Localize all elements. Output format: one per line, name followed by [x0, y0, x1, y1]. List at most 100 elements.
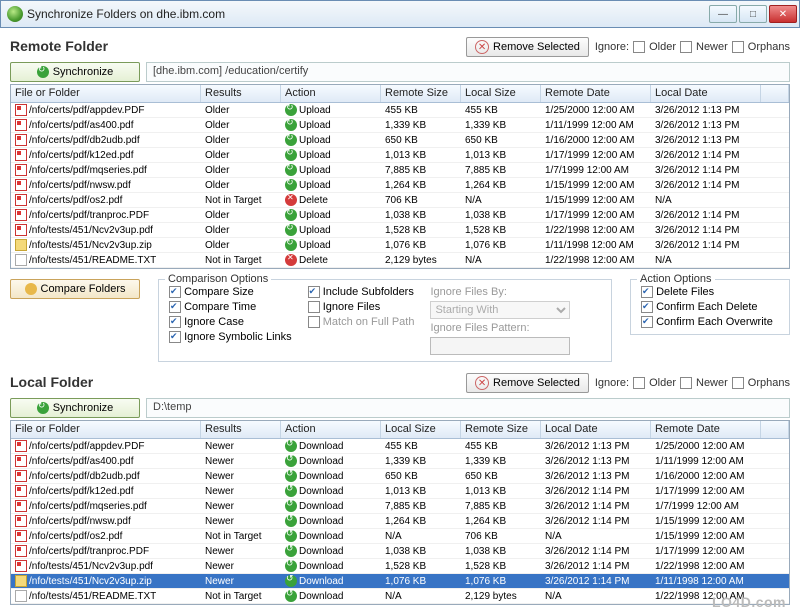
cell: 3/26/2012 1:14 PM — [651, 165, 761, 176]
compare-time-checkbox[interactable] — [169, 301, 181, 313]
cell: 3/26/2012 1:13 PM — [651, 120, 761, 131]
remote-ignore-orphans-checkbox[interactable] — [732, 41, 744, 53]
cell: 455 KB — [381, 441, 461, 452]
table-row[interactable]: /nfo/tests/451/Ncv2v3up.zipNewerDownload… — [11, 574, 789, 589]
table-row[interactable]: /nfo/certs/pdf/tranproc.PDFOlderUpload1,… — [11, 208, 789, 223]
compare-size-checkbox[interactable] — [169, 286, 181, 298]
cell: Download — [281, 590, 381, 602]
comparison-legend: Comparison Options — [165, 273, 271, 285]
column-header[interactable]: Action — [281, 421, 381, 438]
column-header[interactable]: Remote Date — [651, 421, 761, 438]
include-sub-label: Include Subfolders — [323, 286, 414, 298]
table-row[interactable]: /nfo/tests/451/README.TXTNot in TargetDo… — [11, 589, 789, 604]
local-ignore-newer-checkbox[interactable] — [680, 377, 692, 389]
table-row[interactable]: /nfo/certs/pdf/k12ed.pdfOlderUpload1,013… — [11, 148, 789, 163]
column-header[interactable]: File or Folder — [11, 85, 201, 102]
ignore-links-checkbox[interactable] — [169, 331, 181, 343]
column-header[interactable]: Remote Size — [461, 421, 541, 438]
upload-icon — [285, 239, 297, 251]
column-header[interactable]: Local Size — [461, 85, 541, 102]
table-row[interactable]: /nfo/tests/451/Ncv2v3up.pdfOlderUpload1,… — [11, 223, 789, 238]
table-row[interactable]: /nfo/certs/pdf/os2.pdfNot in TargetDownl… — [11, 529, 789, 544]
column-header[interactable]: Local Size — [381, 421, 461, 438]
remote-remove-selected-button[interactable]: ✕ Remove Selected — [466, 37, 589, 57]
remote-synchronize-button[interactable]: Synchronize — [10, 62, 140, 82]
cell: Download — [281, 440, 381, 452]
column-header[interactable]: File or Folder — [11, 421, 201, 438]
confirm-delete-checkbox[interactable] — [641, 301, 653, 313]
cell: /nfo/tests/451/Ncv2v3up.zip — [11, 575, 201, 587]
local-ignore-label: Ignore: — [595, 377, 629, 389]
cell: 3/26/2012 1:14 PM — [651, 225, 761, 236]
column-header[interactable]: Results — [201, 85, 281, 102]
table-row[interactable]: /nfo/certs/pdf/os2.pdfNot in TargetDelet… — [11, 193, 789, 208]
upload-icon — [285, 224, 297, 236]
column-header[interactable]: Action — [281, 85, 381, 102]
cell: 1/17/1999 12:00 AM — [651, 486, 761, 497]
column-header[interactable]: Results — [201, 421, 281, 438]
ignore-case-checkbox[interactable] — [169, 316, 181, 328]
table-row[interactable]: /nfo/certs/pdf/appdev.PDFOlderUpload455 … — [11, 103, 789, 118]
pdf-icon — [15, 440, 27, 452]
table-row[interactable]: /nfo/certs/pdf/appdev.PDFNewerDownload45… — [11, 439, 789, 454]
table-row[interactable]: /nfo/certs/pdf/as400.pdfOlderUpload1,339… — [11, 118, 789, 133]
cell: 3/26/2012 1:13 PM — [541, 441, 651, 452]
table-row[interactable]: /nfo/certs/pdf/k12ed.pdfNewerDownload1,0… — [11, 484, 789, 499]
cell: N/A — [461, 195, 541, 206]
column-header[interactable]: Local Date — [541, 421, 651, 438]
local-ignore-orphans-checkbox[interactable] — [732, 377, 744, 389]
cell: 1,528 KB — [381, 225, 461, 236]
remote-ignore-newer-checkbox[interactable] — [680, 41, 692, 53]
compare-folders-button[interactable]: Compare Folders — [10, 279, 140, 299]
txt-icon — [15, 254, 27, 266]
column-header[interactable]: Remote Size — [381, 85, 461, 102]
cell: Older — [201, 240, 281, 251]
local-sync-label: Synchronize — [53, 402, 114, 414]
cell: 455 KB — [381, 105, 461, 116]
cell: 455 KB — [461, 441, 541, 452]
table-row[interactable]: /nfo/certs/pdf/as400.pdfNewerDownload1,3… — [11, 454, 789, 469]
confirm-overwrite-checkbox[interactable] — [641, 316, 653, 328]
table-row[interactable]: /nfo/tests/451/Ncv2v3up.pdfNewerDownload… — [11, 559, 789, 574]
table-row[interactable]: /nfo/certs/pdf/db2udb.pdfNewerDownload65… — [11, 469, 789, 484]
cell: /nfo/certs/pdf/appdev.PDF — [11, 440, 201, 452]
table-row[interactable]: /nfo/certs/pdf/mqseries.pdfOlderUpload7,… — [11, 163, 789, 178]
match-full-path-checkbox[interactable] — [308, 316, 320, 328]
minimize-button[interactable]: — — [709, 5, 737, 23]
include-subfolders-checkbox[interactable] — [308, 286, 320, 298]
column-header[interactable] — [761, 85, 789, 102]
table-row[interactable]: /nfo/certs/pdf/nwsw.pdfOlderUpload1,264 … — [11, 178, 789, 193]
local-remove-selected-button[interactable]: ✕ Remove Selected — [466, 373, 589, 393]
delete-files-checkbox[interactable] — [641, 286, 653, 298]
cell: 1,013 KB — [461, 150, 541, 161]
cell: 455 KB — [461, 105, 541, 116]
cell: N/A — [651, 255, 761, 266]
ignore-files-checkbox[interactable] — [308, 301, 320, 313]
remote-ignore-orphans-label: Orphans — [748, 41, 790, 53]
column-header[interactable] — [761, 421, 789, 438]
maximize-button[interactable]: □ — [739, 5, 767, 23]
cell: 3/26/2012 1:13 PM — [651, 135, 761, 146]
cell: Older — [201, 180, 281, 191]
table-row[interactable]: /nfo/certs/pdf/mqseries.pdfNewerDownload… — [11, 499, 789, 514]
table-row[interactable]: /nfo/tests/451/Ncv2v3up.zipOlderUpload1,… — [11, 238, 789, 253]
table-row[interactable]: /nfo/certs/pdf/tranproc.PDFNewerDownload… — [11, 544, 789, 559]
table-row[interactable]: /nfo/certs/pdf/db2udb.pdfOlderUpload650 … — [11, 133, 789, 148]
confirm-delete-label: Confirm Each Delete — [656, 301, 758, 313]
cell: 1/22/1998 12:00 AM — [541, 225, 651, 236]
cell: /nfo/tests/451/Ncv2v3up.zip — [11, 239, 201, 251]
table-row[interactable]: /nfo/certs/pdf/nwsw.pdfNewerDownload1,26… — [11, 514, 789, 529]
column-header[interactable]: Local Date — [651, 85, 761, 102]
local-ignore-older-checkbox[interactable] — [633, 377, 645, 389]
local-synchronize-button[interactable]: Synchronize — [10, 398, 140, 418]
cell: Download — [281, 530, 381, 542]
cell: Upload — [281, 179, 381, 191]
close-button[interactable]: ✕ — [769, 5, 797, 23]
watermark: LO4D.com — [712, 594, 786, 610]
cell: 1/17/1999 12:00 AM — [651, 546, 761, 557]
table-row[interactable]: /nfo/tests/451/README.TXTNot in TargetDe… — [11, 253, 789, 268]
delete-icon — [285, 254, 297, 266]
remote-ignore-older-checkbox[interactable] — [633, 41, 645, 53]
column-header[interactable]: Remote Date — [541, 85, 651, 102]
cell: /nfo/certs/pdf/k12ed.pdf — [11, 149, 201, 161]
